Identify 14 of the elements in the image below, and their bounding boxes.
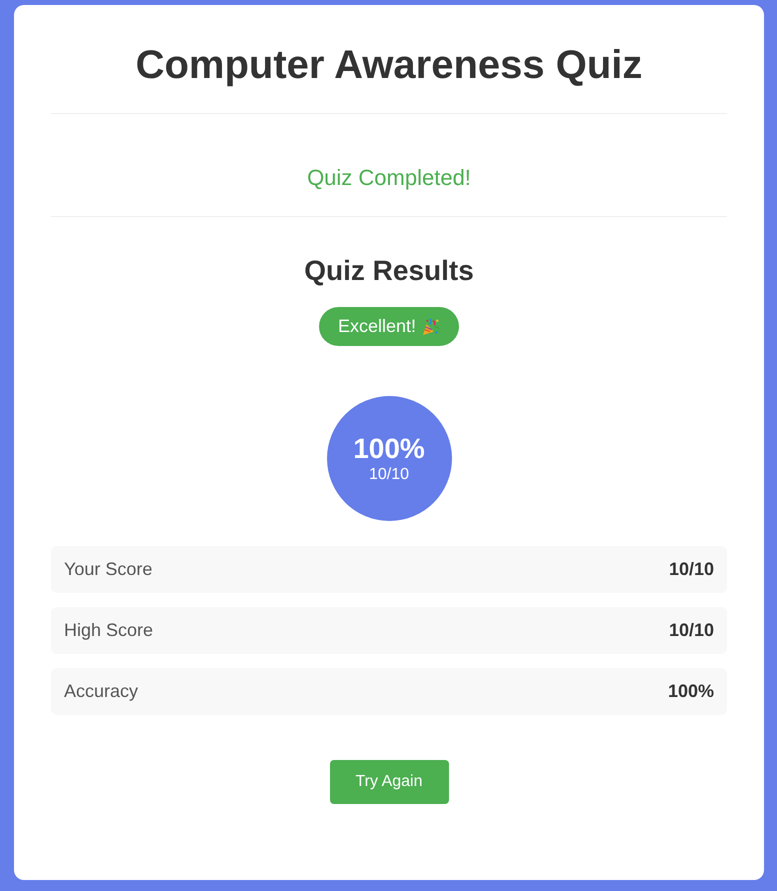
score-fraction: 10/10 [368, 464, 410, 484]
stat-label: High Score [64, 620, 154, 641]
stat-value: 10/10 [668, 620, 714, 641]
quiz-title: Computer Awareness Quiz [134, 42, 644, 89]
stat-value: 10/10 [668, 559, 714, 580]
try-again-button[interactable]: Try Again [330, 760, 448, 804]
status-message: Quiz Completed! [307, 165, 471, 191]
rating-badge: Excellent! [318, 307, 460, 346]
stat-value: 100% [668, 681, 714, 702]
stat-label: Accuracy [64, 681, 138, 702]
stat-label: Your Score [64, 559, 152, 580]
score-percent: 100% [353, 432, 425, 464]
results-heading: Quiz Results [303, 254, 475, 288]
party-popper-icon [422, 318, 440, 336]
